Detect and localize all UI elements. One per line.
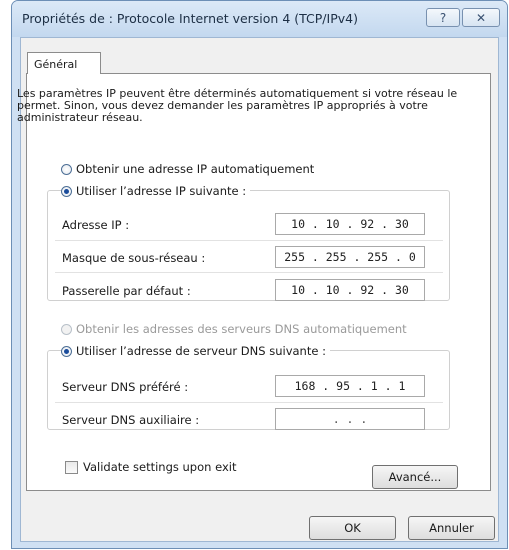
validate-checkbox[interactable]: Validate settings upon exit [65,460,236,474]
tab-general[interactable]: Général [27,52,101,74]
row-divider [55,240,443,241]
advanced-button[interactable]: Avancé... [372,465,458,489]
checkbox-unchecked-icon [65,460,78,474]
cancel-button[interactable]: Annuler [408,516,495,540]
title-bar[interactable]: Propriétés de : Protocole Internet versi… [12,1,507,37]
radio-selected-icon [61,345,72,357]
dns-auto-radio[interactable]: Obtenir les adresses des serveurs DNS au… [61,322,407,336]
preferred-dns-label: Serveur DNS préféré : [62,380,189,394]
ip-manual-radio[interactable]: Utiliser l’adresse IP suivante : [61,184,251,198]
ip-address-field[interactable]: 10 . 10 . 92 . 30 [275,213,425,235]
validate-label: Validate settings upon exit [83,460,237,474]
preferred-dns-field[interactable]: 168 . 95 . 1 . 1 [275,375,425,397]
ip-auto-label: Obtenir une adresse IP automatiquement [76,162,315,176]
ip-auto-radio[interactable]: Obtenir une adresse IP automatiquement [61,162,314,176]
subnet-mask-field[interactable]: 255 . 255 . 255 . 0 [275,246,425,268]
description-text: Les paramètres IP peuvent être déterminé… [17,87,458,124]
row-divider [55,272,443,273]
subnet-mask-label: Masque de sous-réseau : [62,251,206,265]
dns-auto-label: Obtenir les adresses des serveurs DNS au… [76,322,407,336]
close-button[interactable]: ✕ [462,8,500,27]
dns-manual-label: Utiliser l’adresse de serveur DNS suivan… [76,344,326,358]
alternate-dns-label: Serveur DNS auxiliaire : [62,413,200,427]
alternate-dns-field[interactable]: . . . [275,408,425,430]
ip-manual-label: Utiliser l’adresse IP suivante : [76,184,247,198]
dns-manual-radio[interactable]: Utiliser l’adresse de serveur DNS suivan… [61,344,330,358]
ok-button[interactable]: OK [309,516,396,540]
gateway-field[interactable]: 10 . 10 . 92 . 30 [275,279,425,301]
radio-selected-icon [61,185,72,197]
radio-unselected-icon [61,163,72,175]
question-icon: ? [439,10,447,25]
row-divider [55,402,443,403]
radio-disabled-icon [61,323,72,335]
window-title: Propriétés de : Protocole Internet versi… [22,11,358,26]
gateway-label: Passerelle par défaut : [62,284,191,298]
close-icon: ✕ [475,10,487,25]
help-button[interactable]: ? [426,8,460,27]
ip-address-label: Adresse IP : [62,218,130,232]
